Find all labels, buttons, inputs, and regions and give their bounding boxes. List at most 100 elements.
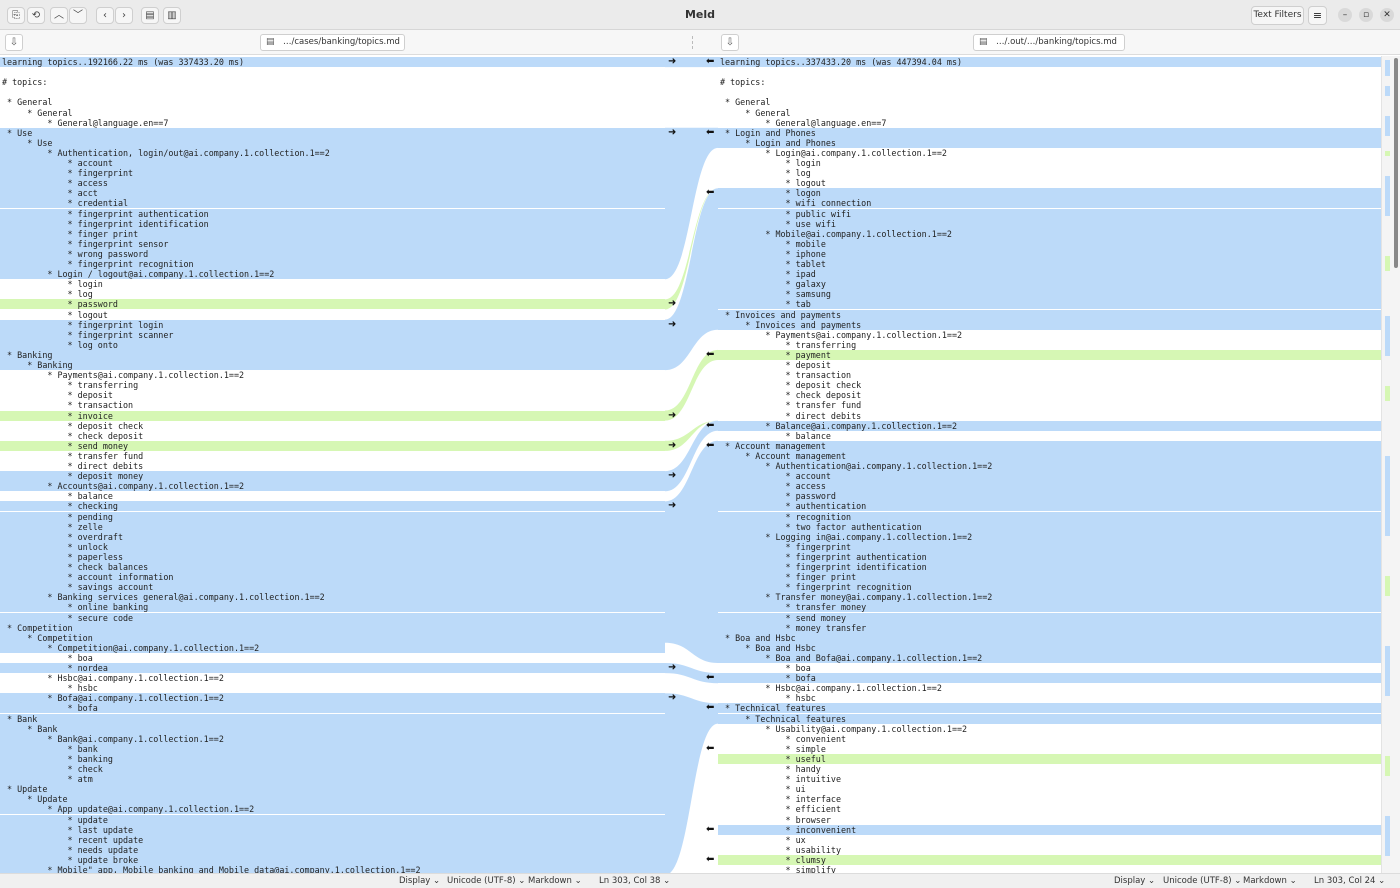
left-code-line[interactable]: * login [0, 279, 665, 289]
left-code-line[interactable]: * Payments@ai.company.1.collection.1==2 [0, 370, 665, 380]
left-code-line[interactable]: * pending [0, 511, 665, 522]
merge-arrow-icon[interactable]: ➜ [668, 57, 676, 67]
right-code-line[interactable]: * ux [718, 835, 1381, 845]
left-code-line[interactable]: * Bofa@ai.company.1.collection.1==2 [0, 693, 665, 704]
right-code-line[interactable]: * authentication [718, 501, 1381, 512]
right-code-line[interactable]: * General [718, 108, 1381, 118]
right-code-line[interactable]: learning topics..337433.20 ms (was 44739… [718, 57, 1381, 68]
right-code-line[interactable]: * balance [718, 431, 1381, 441]
right-code-line[interactable]: * galaxy [718, 279, 1381, 290]
left-code-line[interactable]: * Login / logout@ai.company.1.collection… [0, 269, 665, 280]
merge-arrow-icon[interactable]: ➜ [668, 440, 676, 451]
merge-arrow-icon[interactable]: ➜ [668, 693, 676, 703]
left-code-line[interactable]: * Mobile" app, Mobile banking and Mobile… [0, 865, 665, 873]
right-code-line[interactable]: # topics: [718, 77, 1381, 87]
right-code-line[interactable]: * tablet [718, 259, 1381, 270]
right-code-line[interactable]: * Login and Phones [718, 127, 1381, 138]
right-code-line[interactable]: * payment [718, 349, 1381, 360]
left-diff-pane[interactable]: learning topics..192166.22 ms (was 33743… [0, 56, 665, 873]
right-code-line[interactable]: * Boa and Hsbc [718, 632, 1381, 643]
right-code-line[interactable]: * recognition [718, 511, 1381, 522]
right-code-line[interactable]: * two factor authentication [718, 521, 1381, 532]
left-code-line[interactable]: * General [0, 97, 665, 107]
merge-arrow-icon[interactable]: ⬅ [706, 743, 714, 754]
left-code-line[interactable]: * Bank [0, 713, 665, 724]
right-code-line[interactable] [718, 87, 1381, 97]
right-code-line[interactable]: * fingerprint [718, 541, 1381, 552]
left-code-line[interactable] [0, 67, 665, 77]
right-code-line[interactable]: * interface [718, 794, 1381, 804]
left-code-line[interactable]: * App update@ai.company.1.collection.1==… [0, 804, 665, 815]
left-code-line[interactable]: * check deposit [0, 431, 665, 441]
left-code-line[interactable]: * direct debits [0, 461, 665, 471]
left-file-path[interactable]: ▤ …/cases/banking/topics.md [260, 34, 405, 51]
left-code-line[interactable]: * Banking [0, 349, 665, 360]
left-code-line[interactable]: * deposit [0, 390, 665, 400]
right-code-line[interactable] [718, 67, 1381, 77]
right-file-path[interactable]: ▤ …/.out/…/banking/topics.md [973, 34, 1125, 51]
right-code-line[interactable]: * inconvenient [718, 824, 1381, 835]
right-code-line[interactable]: * Technical features [718, 703, 1381, 714]
right-code-line[interactable]: * Mobile@ai.company.1.collection.1==2 [718, 228, 1381, 239]
left-code-line[interactable]: * transfer fund [0, 451, 665, 461]
left-code-line[interactable]: * update broke [0, 854, 665, 865]
right-code-line[interactable]: * Usability@ai.company.1.collection.1==2 [718, 724, 1381, 734]
right-code-line[interactable]: * check deposit [718, 390, 1381, 400]
left-code-line[interactable]: * Banking [0, 360, 665, 371]
left-code-line[interactable]: * invoice [0, 410, 665, 421]
right-code-line[interactable]: * finger print [718, 572, 1381, 583]
right-code-line[interactable]: * access [718, 481, 1381, 492]
save-left-icon[interactable]: ⇩ [5, 34, 23, 51]
right-code-line[interactable]: * General@language.en==7 [718, 118, 1381, 128]
right-code-line[interactable]: * Login@ai.company.1.collection.1==2 [718, 148, 1381, 158]
right-code-line[interactable]: * hsbc [718, 693, 1381, 703]
close-icon[interactable]: ✕ [1380, 8, 1394, 22]
left-code-line[interactable]: * atm [0, 774, 665, 785]
recent-icon[interactable]: ⟲ [27, 7, 45, 24]
right-code-line[interactable]: * tab [718, 299, 1381, 310]
right-code-line[interactable]: * transaction [718, 370, 1381, 380]
left-code-line[interactable]: * deposit check [0, 421, 665, 431]
left-code-line[interactable]: * acct [0, 188, 665, 199]
left-code-line[interactable]: * zelle [0, 521, 665, 532]
hamburger-icon[interactable]: ≡ [1308, 6, 1327, 25]
left-code-line[interactable]: * paperless [0, 551, 665, 562]
left-code-line[interactable]: * Competition@ai.company.1.collection.1=… [0, 642, 665, 653]
left-code-line[interactable]: * check [0, 764, 665, 775]
left-code-line[interactable]: * logout [0, 310, 665, 320]
left-code-line[interactable]: * finger print [0, 228, 665, 239]
right-code-line[interactable]: * samsung [718, 289, 1381, 300]
right-code-line[interactable]: * Hsbc@ai.company.1.collection.1==2 [718, 683, 1381, 693]
merge-arrow-icon[interactable]: ⬅ [706, 824, 714, 835]
right-code-line[interactable]: * iphone [718, 248, 1381, 259]
right-code-line[interactable]: * efficient [718, 804, 1381, 814]
right-code-line[interactable]: * money transfer [718, 622, 1381, 633]
previous-change-icon[interactable]: ︿ [50, 7, 68, 24]
scrollbar-thumb[interactable] [1394, 58, 1398, 268]
left-code-line[interactable]: * account information [0, 572, 665, 583]
left-code-line[interactable]: * secure code [0, 612, 665, 623]
right-code-line[interactable]: * transferring [718, 340, 1381, 350]
right-code-line[interactable]: * fingerprint recognition [718, 582, 1381, 593]
right-code-line[interactable]: * logout [718, 178, 1381, 188]
right-code-line[interactable]: * direct debits [718, 411, 1381, 421]
left-code-line[interactable]: * Hsbc@ai.company.1.collection.1==2 [0, 673, 665, 683]
minimize-icon[interactable]: – [1338, 8, 1352, 22]
right-code-line[interactable]: * bofa [718, 673, 1381, 684]
right-code-line[interactable]: * Login and Phones [718, 137, 1381, 148]
merge-arrow-icon[interactable]: ➜ [668, 299, 676, 309]
merge-arrow-icon[interactable]: ➜ [668, 410, 676, 421]
left-code-line[interactable]: * online banking [0, 602, 665, 613]
left-code-line[interactable]: * Use [0, 137, 665, 148]
left-code-line[interactable]: * Accounts@ai.company.1.collection.1==2 [0, 481, 665, 492]
left-code-line[interactable]: * bofa [0, 703, 665, 714]
right-code-line[interactable]: * ipad [718, 269, 1381, 280]
next-conflict-icon[interactable]: › [115, 7, 133, 24]
right-code-line[interactable]: * boa [718, 663, 1381, 673]
left-code-line[interactable]: * update [0, 814, 665, 825]
left-code-line[interactable] [0, 87, 665, 97]
merge-arrow-icon[interactable]: ⬅ [706, 420, 714, 431]
left-code-line[interactable]: * savings account [0, 582, 665, 593]
diff-link-gutter[interactable]: ➜ ➜ ➜ ➜ ➜ ➜ ➜ ➜ ➜ ➜ ⬅ ⬅ ⬅ ⬅ ⬅ ⬅ ⬅ ⬅ ⬅ ⬅ ⬅ [665, 56, 718, 873]
left-code-line[interactable]: * fingerprint login [0, 319, 665, 330]
